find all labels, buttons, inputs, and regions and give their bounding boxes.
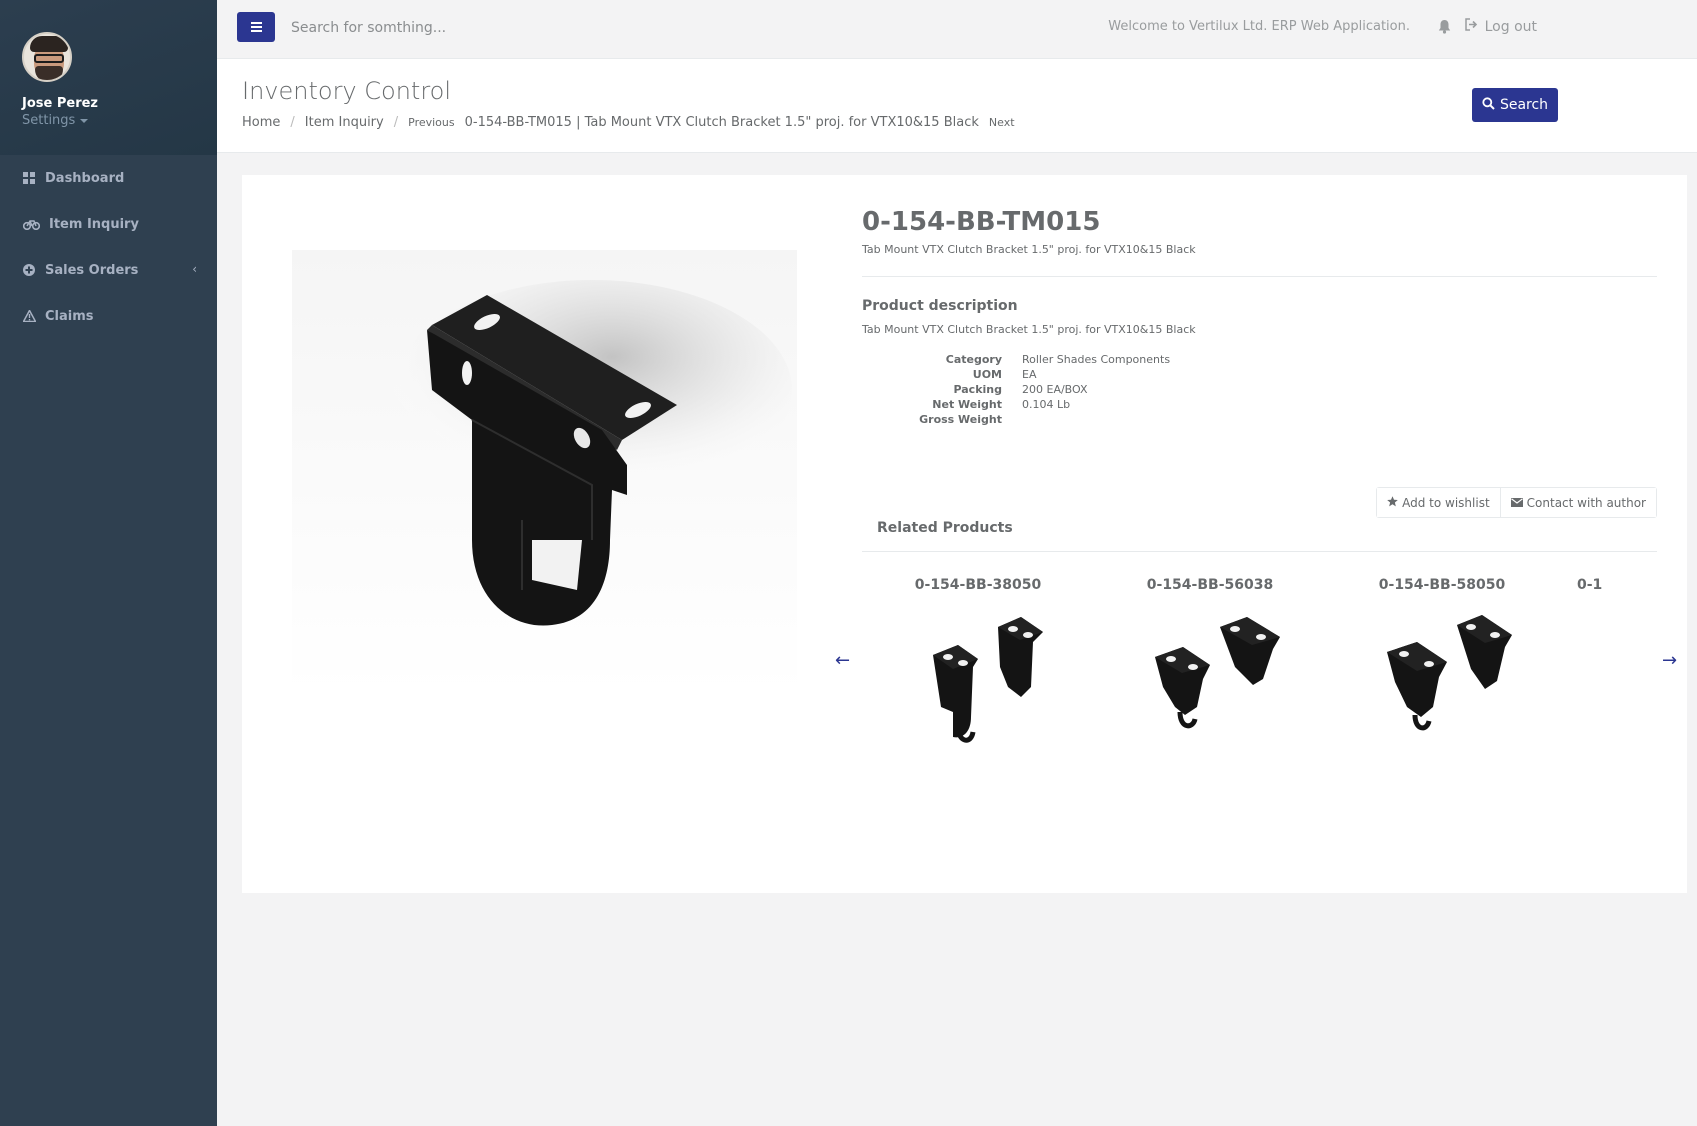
description-title: Product description (862, 298, 1018, 314)
logout-label: Log out (1484, 18, 1537, 35)
sidebar-item-label: Claims (45, 308, 94, 324)
product-detail: 0-154-BB-TM015 Tab Mount VTX Clutch Brac… (862, 207, 1657, 743)
related-item-image (1387, 615, 1512, 731)
product-card: 0-154-BB-TM015 Tab Mount VTX Clutch Brac… (242, 175, 1687, 893)
menu-toggle-button[interactable] (237, 12, 275, 42)
spec-list: Category Roller Shades Components UOM EA… (862, 353, 1657, 427)
related-item[interactable]: 0-154-BB-58050 (1326, 567, 1558, 761)
settings-label: Settings (22, 113, 76, 128)
spec-value-category: Roller Shades Components (1022, 353, 1171, 366)
related-item-code: 0-154-BB-56038 (1146, 577, 1274, 593)
related-item[interactable]: 0-1 (1558, 567, 1657, 593)
product-code: 0-154-BB-TM015 (862, 207, 1101, 237)
related-item-image (933, 617, 1043, 743)
avatar[interactable] (22, 32, 72, 82)
welcome-message: Welcome to Vertilux Ltd. ERP Web Applica… (1108, 19, 1410, 34)
profile-block: Jose Perez Settings (0, 0, 217, 155)
envelope-icon (1510, 496, 1523, 510)
spec-label: Packing (953, 383, 1002, 396)
breadcrumb-item-inquiry[interactable]: Item Inquiry (305, 115, 384, 130)
search-icon (1482, 96, 1495, 114)
star-icon (1387, 495, 1398, 510)
sidebar-item-label: Item Inquiry (49, 216, 139, 232)
product-actions: Add to wishlist Contact with author (1376, 487, 1657, 518)
warning-icon (22, 309, 36, 323)
bicycle-icon (22, 217, 40, 231)
logout-link[interactable]: Log out (1464, 18, 1537, 35)
search-input[interactable] (291, 14, 791, 42)
plus-circle-icon (22, 263, 36, 277)
search-button-label: Search (1499, 97, 1549, 113)
add-to-wishlist-button[interactable]: Add to wishlist (1377, 488, 1500, 517)
breadcrumb: Home / Item Inquiry / Previous 0-154-BB-… (242, 115, 1015, 130)
product-image[interactable] (292, 250, 797, 695)
breadcrumb-current: 0-154-BB-TM015 | Tab Mount VTX Clutch Br… (464, 115, 979, 130)
breadcrumb-separator: / (290, 115, 295, 130)
carousel-next-arrow[interactable]: → (1662, 650, 1677, 671)
spec-label: Gross Weight (919, 413, 1002, 426)
spec-label: Category (945, 353, 1002, 366)
page-heading: Inventory Control Home / Item Inquiry / … (217, 59, 1697, 153)
top-navbar: Welcome to Vertilux Ltd. ERP Web Applica… (217, 0, 1697, 59)
spec-label: UOM (972, 368, 1002, 381)
sidebar-item-label: Dashboard (45, 170, 125, 186)
related-item-image (1155, 617, 1280, 729)
sidebar-item-item-inquiry[interactable]: Item Inquiry (0, 201, 217, 247)
carousel-prev-arrow[interactable]: ← (835, 650, 850, 671)
search-button[interactable]: Search (1472, 88, 1558, 122)
settings-dropdown[interactable]: Settings (22, 113, 217, 128)
contact-label: Contact with author (1526, 495, 1646, 510)
caret-down-icon (80, 118, 89, 123)
description-text: Tab Mount VTX Clutch Bracket 1.5" proj. … (862, 323, 1196, 336)
sidebar-item-label: Sales Orders (45, 262, 139, 278)
chevron-left-icon: ‹ (192, 262, 197, 276)
related-item-code: 0-1 (1577, 577, 1603, 593)
spec-value-gross-weight (1022, 413, 1657, 427)
related-item-code: 0-154-BB-58050 (1378, 577, 1506, 593)
spec-value-uom: EA (1022, 368, 1037, 381)
wishlist-label: Add to wishlist (1402, 495, 1490, 510)
spec-value-net-weight: 0.104 Lb (1022, 398, 1071, 411)
bell-icon[interactable] (1438, 19, 1452, 35)
user-name: Jose Perez (22, 96, 98, 111)
sign-out-icon (1464, 18, 1479, 35)
sidebar: Jose Perez Settings Dashboard Item Inqui… (0, 0, 217, 1126)
divider (862, 551, 1657, 552)
related-item[interactable]: 0-154-BB-56038 (1094, 567, 1326, 761)
breadcrumb-separator: / (393, 115, 399, 130)
breadcrumb-home[interactable]: Home (242, 115, 280, 130)
sidebar-item-dashboard[interactable]: Dashboard (0, 155, 217, 201)
sidebar-item-sales-orders[interactable]: Sales Orders ‹ (0, 247, 217, 293)
related-item[interactable]: 0-154-BB-38050 (862, 567, 1094, 761)
product-subtitle: Tab Mount VTX Clutch Bracket 1.5" proj. … (862, 243, 1196, 256)
related-item-code: 0-154-BB-38050 (914, 577, 1042, 593)
divider (862, 276, 1657, 277)
page-title: Inventory Control (242, 77, 452, 105)
spec-label: Net Weight (932, 398, 1002, 411)
contact-author-button[interactable]: Contact with author (1499, 488, 1656, 517)
related-carousel: 0-154-BB-38050 0-154-BB-56038 0-154-BB-5… (862, 567, 1657, 767)
sidebar-nav: Dashboard Item Inquiry Sales Orders ‹ Cl… (0, 155, 217, 339)
related-products-title: Related Products (877, 520, 1013, 536)
spec-value-packing: 200 EA/BOX (1022, 383, 1088, 396)
previous-link[interactable]: Previous (408, 116, 455, 129)
dashboard-icon (22, 171, 36, 185)
sidebar-item-claims[interactable]: Claims (0, 293, 217, 339)
next-link[interactable]: Next (989, 116, 1015, 129)
